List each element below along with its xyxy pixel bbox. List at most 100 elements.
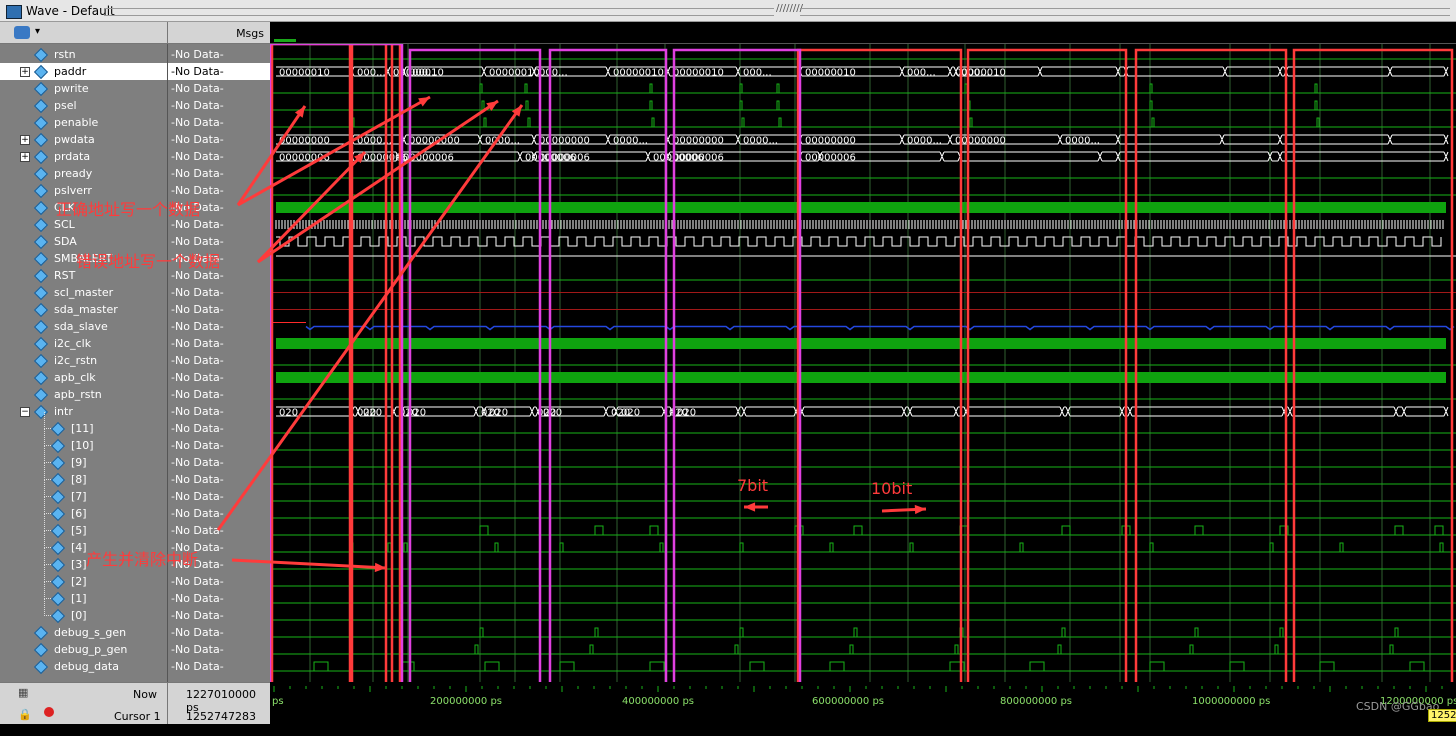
- signal-row[interactable]: [9]: [0, 446, 167, 471]
- paddr-bus-value: 000...: [961, 68, 990, 79]
- intr-bus-value: 020: [677, 408, 696, 419]
- signal-name: SDA: [54, 235, 77, 248]
- pulse: [749, 661, 765, 671]
- signal-name: RST: [54, 269, 76, 282]
- pulse: [1229, 661, 1245, 671]
- pwdata-bus-value: 0000...: [485, 136, 520, 147]
- pulse: [484, 661, 500, 671]
- title-grip-left[interactable]: [104, 8, 774, 16]
- signal-value: -No Data-: [171, 371, 224, 384]
- signal-name: apb_rstn: [54, 388, 102, 401]
- waveform-pane[interactable]: 00000010 000... 00000010000... 00000010 000.…: [270, 44, 1456, 682]
- signal-row[interactable]: [2]: [0, 565, 167, 590]
- signal-name: scl_master: [54, 286, 114, 299]
- signal-row[interactable]: sda_slave: [0, 318, 167, 335]
- expand-plus-icon[interactable]: +: [20, 67, 30, 77]
- chevron-down-icon[interactable]: ▾: [35, 26, 40, 37]
- signal-value: -No Data-: [171, 405, 224, 418]
- diamond-signal-icon: [50, 591, 66, 607]
- diamond-signal-icon: [33, 285, 49, 301]
- msgs-column-header: Msgs: [167, 22, 270, 44]
- signal-row[interactable]: debug_s_gen: [0, 624, 167, 641]
- signal-row[interactable]: apb_rstn: [0, 386, 167, 403]
- signal-value: -No Data-: [171, 456, 224, 469]
- cursor-flag: 1252: [1428, 709, 1456, 722]
- signal-row[interactable]: [10]: [0, 429, 167, 454]
- diamond-signal-icon: [33, 98, 49, 114]
- clock-trace: [276, 372, 1446, 383]
- signal-row[interactable]: [8]: [0, 463, 167, 488]
- signal-row[interactable]: + pwdata: [0, 131, 167, 148]
- title-bar: Wave - Default ////////: [0, 0, 1456, 22]
- pulse: [1389, 644, 1394, 654]
- expand-plus-icon[interactable]: +: [20, 135, 30, 145]
- intr-bus-trace: [276, 406, 1449, 417]
- wave-add-icon[interactable]: [14, 26, 30, 39]
- signal-name: penable: [54, 116, 99, 129]
- pulse: [313, 661, 329, 671]
- prdata-bus-value: 00000006: [279, 153, 330, 164]
- annotation-write-correct: 正确地址写一个数据: [56, 200, 201, 219]
- signal-value: -No Data-: [171, 626, 224, 639]
- signal-row[interactable]: i2c_clk: [0, 335, 167, 352]
- signal-value: -No Data-: [171, 524, 224, 537]
- collapse-minus-icon[interactable]: −: [20, 407, 30, 417]
- cursor-value: 1252747283 ps: [186, 710, 256, 736]
- signal-row[interactable]: pwrite: [0, 80, 167, 97]
- diamond-signal-icon: [33, 370, 49, 386]
- signal-row[interactable]: [7]: [0, 480, 167, 505]
- pulse: [829, 661, 845, 671]
- signal-value: -No Data-: [171, 48, 224, 61]
- pulse: [479, 83, 483, 93]
- title-grip-dots[interactable]: ////////: [776, 3, 803, 14]
- diamond-signal-icon: [33, 64, 49, 80]
- signal-row[interactable]: + paddr: [0, 63, 167, 80]
- cursor-label[interactable]: Cursor 1: [114, 710, 161, 723]
- signal-row[interactable]: pready: [0, 165, 167, 182]
- signal-row[interactable]: − intr: [0, 403, 167, 420]
- signal-name: intr: [54, 405, 73, 418]
- pulse: [853, 525, 863, 535]
- lock-icon[interactable]: ▦: [18, 686, 28, 699]
- signal-row[interactable]: penable: [0, 114, 167, 131]
- pulse: [739, 627, 744, 637]
- signal-value: -No Data-: [171, 99, 224, 112]
- time-marker: [274, 39, 296, 42]
- paddr-bus-value: 000...: [357, 68, 386, 79]
- signal-row[interactable]: + prdata: [0, 148, 167, 165]
- diamond-signal-icon: [50, 523, 66, 539]
- signal-row[interactable]: debug_p_gen: [0, 641, 167, 658]
- title-grip-right[interactable]: [800, 8, 1450, 16]
- signal-row[interactable]: [11]: [0, 412, 167, 437]
- signal-row[interactable]: apb_clk: [0, 369, 167, 386]
- signal-row[interactable]: [1]: [0, 582, 167, 607]
- signal-row[interactable]: rstn: [0, 46, 167, 63]
- ruler-label: 1000000000 ps: [1192, 696, 1270, 707]
- prdata-bus-value: 00000006: [805, 153, 856, 164]
- close-icon[interactable]: [44, 707, 54, 717]
- pulse: [1314, 83, 1318, 93]
- signal-row[interactable]: sda_master: [0, 301, 167, 318]
- pulse: [403, 542, 408, 552]
- timeline-ruler[interactable]: ps 200000000 ps 400000000 ps 600000000 ps 80…: [270, 682, 1456, 724]
- pulse: [589, 644, 594, 654]
- intr-bus-value: 020: [363, 408, 382, 419]
- pwdata-bus-value: 00000000: [955, 136, 1006, 147]
- signal-row[interactable]: [5]: [0, 514, 167, 539]
- wrench-icon[interactable]: 🔒: [18, 708, 32, 721]
- pulse: [1316, 117, 1320, 127]
- signal-row[interactable]: scl_master: [0, 284, 167, 301]
- signal-row[interactable]: [0]: [0, 599, 167, 624]
- signal-name-pane: rstn + paddr pwrite psel penable + pwdata + prdat…: [0, 44, 167, 682]
- expand-plus-icon[interactable]: +: [20, 152, 30, 162]
- pulse: [849, 644, 854, 654]
- signal-row[interactable]: i2c_rstn: [0, 352, 167, 369]
- signal-row[interactable]: debug_data: [0, 658, 167, 675]
- paddr-bus-value: 00000010: [805, 68, 856, 79]
- signal-row[interactable]: psel: [0, 97, 167, 114]
- clock-trace: [276, 338, 1446, 349]
- pulse: [1061, 627, 1066, 637]
- signal-value: -No Data-: [171, 490, 224, 503]
- signal-value: -No Data-: [171, 116, 224, 129]
- signal-row[interactable]: [6]: [0, 497, 167, 522]
